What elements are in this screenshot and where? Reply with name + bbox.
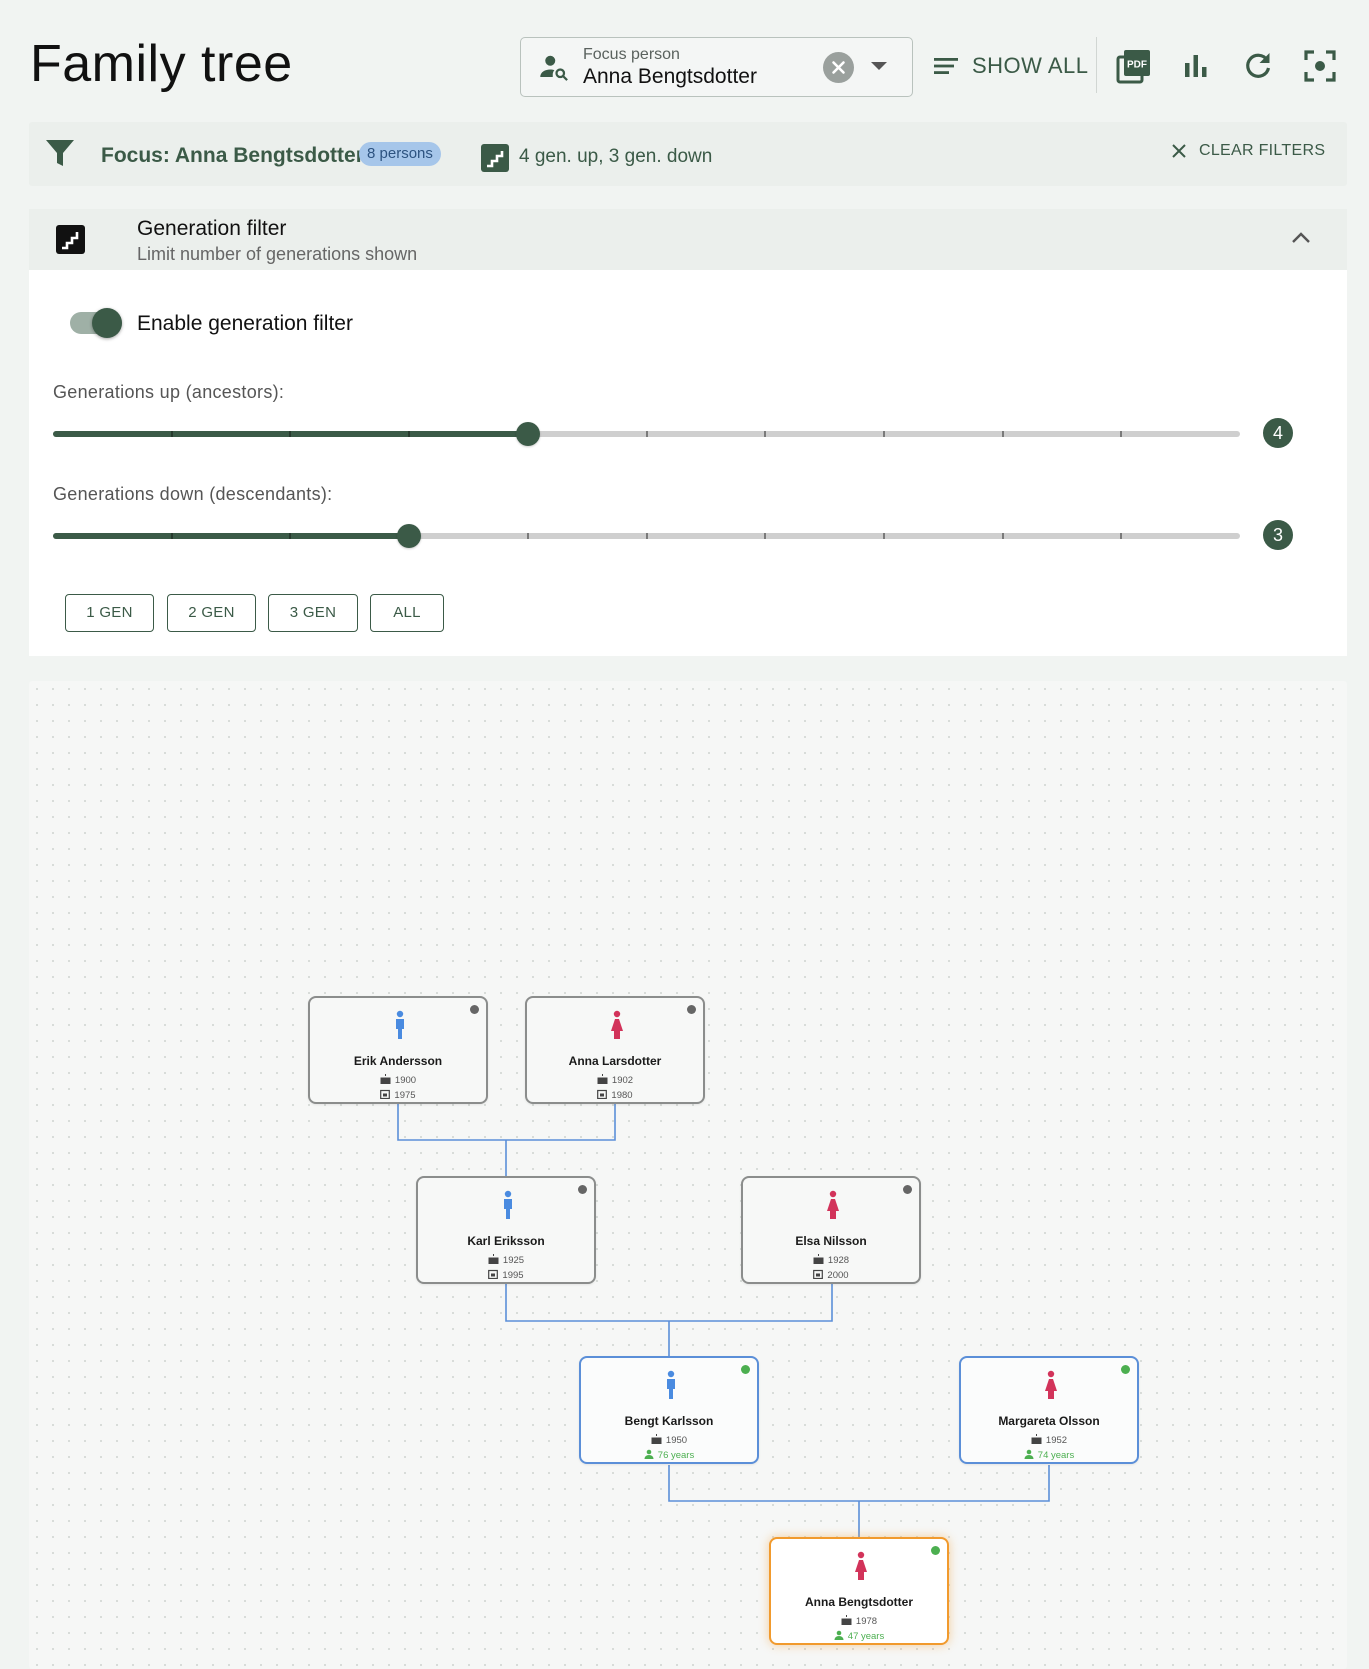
person-name: Bengt Karlsson [624, 1414, 714, 1428]
age: 47 years [847, 1631, 885, 1642]
birth-year: 1925 [502, 1255, 525, 1266]
death-row: 1995 [418, 1269, 594, 1281]
connector-karl-elsa [505, 1284, 833, 1322]
calendar-icon [380, 1089, 391, 1099]
age: 76 years [657, 1450, 695, 1461]
birth-row: 1928 [743, 1254, 919, 1266]
male-icon [504, 1190, 512, 1219]
birth-year: 1902 [611, 1075, 634, 1086]
status-dot [903, 1185, 912, 1194]
male-icon [667, 1370, 675, 1399]
birth-year: 1928 [827, 1255, 850, 1266]
person-icon [1024, 1449, 1034, 1459]
status-dot [578, 1185, 587, 1194]
person-card[interactable]: Elsa Nilsson 1928 2000 [741, 1176, 921, 1284]
birth-row: 1952 [961, 1434, 1137, 1446]
death-year: 1995 [502, 1270, 524, 1281]
birth-row: 1950 [581, 1434, 757, 1446]
focus-person-card[interactable]: Anna Bengtsdotter 1978 47 years [769, 1537, 949, 1645]
person-card[interactable]: Bengt Karlsson 1950 76 years [579, 1356, 759, 1464]
birth-row: 1978 [771, 1615, 947, 1627]
birthday-cake-icon [813, 1254, 824, 1264]
calendar-icon [597, 1089, 608, 1099]
male-icon [396, 1010, 404, 1039]
calendar-icon [488, 1269, 499, 1279]
person-icon [644, 1449, 654, 1459]
person-name: Anna Bengtsdotter [805, 1595, 913, 1609]
death-year: 1980 [611, 1090, 633, 1101]
status-dot [687, 1005, 696, 1014]
birth-year: 1952 [1045, 1435, 1068, 1446]
death-year: 2000 [827, 1270, 849, 1281]
person-card[interactable]: Erik Andersson 1900 1975 [308, 996, 488, 1104]
female-icon [855, 1551, 867, 1580]
birthday-cake-icon [597, 1074, 608, 1084]
birth-row: 1902 [527, 1074, 703, 1086]
person-name: Anna Larsdotter [568, 1054, 662, 1068]
person-name: Elsa Nilsson [795, 1234, 867, 1248]
status-dot [1121, 1365, 1130, 1374]
death-row: 2000 [743, 1269, 919, 1281]
birth-year: 1900 [394, 1075, 417, 1086]
birthday-cake-icon [380, 1074, 391, 1084]
birthday-cake-icon [488, 1254, 499, 1264]
status-dot [741, 1365, 750, 1374]
birthday-cake-icon [841, 1615, 852, 1625]
death-row: 1980 [527, 1089, 703, 1101]
birth-row: 1925 [418, 1254, 594, 1266]
person-card[interactable]: Anna Larsdotter 1902 1980 [525, 996, 705, 1104]
birthday-cake-icon [1031, 1434, 1042, 1444]
birth-year: 1978 [855, 1616, 878, 1627]
female-icon [827, 1190, 839, 1219]
death-row: 1975 [310, 1089, 486, 1101]
birthday-cake-icon [651, 1434, 662, 1444]
calendar-icon [813, 1269, 824, 1279]
status-dot [931, 1546, 940, 1555]
connector-erik-anna [397, 1104, 616, 1141]
person-card[interactable]: Margareta Olsson 1952 74 years [959, 1356, 1139, 1464]
person-name: Margareta Olsson [998, 1414, 1100, 1428]
status-dot [470, 1005, 479, 1014]
age: 74 years [1037, 1450, 1075, 1461]
age-row: 74 years [961, 1449, 1137, 1461]
person-icon [834, 1630, 844, 1640]
age-row: 47 years [771, 1630, 947, 1642]
female-icon [1045, 1370, 1057, 1399]
birth-year: 1950 [665, 1435, 688, 1446]
age-row: 76 years [581, 1449, 757, 1461]
death-year: 1975 [394, 1090, 416, 1101]
person-name: Karl Eriksson [467, 1234, 545, 1248]
female-icon [611, 1010, 623, 1039]
connector-bengt-margareta [668, 1465, 1050, 1502]
birth-row: 1900 [310, 1074, 486, 1086]
person-card[interactable]: Karl Eriksson 1925 1995 [416, 1176, 596, 1284]
person-name: Erik Andersson [353, 1054, 443, 1068]
